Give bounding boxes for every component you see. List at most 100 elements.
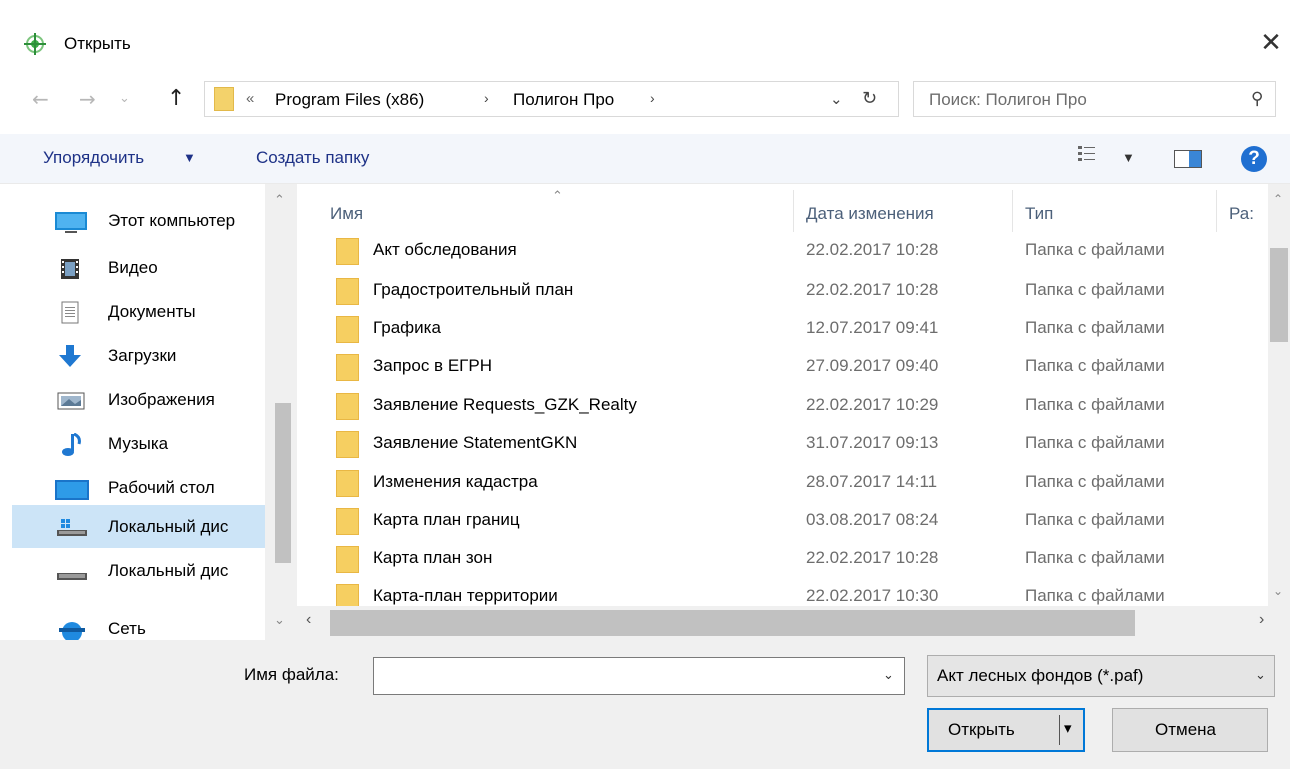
file-name: Карта-план территории — [373, 586, 558, 605]
desktop-icon — [55, 480, 89, 500]
nav-item-desktop[interactable]: Рабочий стол — [0, 468, 265, 510]
back-button[interactable]: ← — [32, 86, 49, 112]
file-row[interactable]: Акт обследования 22.02.2017 10:28 Папка с … — [330, 232, 1260, 270]
nav-item-label: Локальный дис — [108, 517, 229, 536]
new-folder-button[interactable]: Создать папку — [256, 148, 369, 168]
folder-icon — [336, 546, 359, 573]
navigation-pane: Этот компьютер Видео Документы Загрузки … — [0, 184, 297, 640]
nav-item-downloads[interactable]: Загрузки — [0, 336, 265, 378]
file-type: Папка с файлами — [1025, 433, 1165, 452]
folder-icon — [336, 431, 359, 458]
breadcrumb-separator[interactable]: › — [484, 90, 489, 106]
file-list-vertical-thumb[interactable] — [1270, 248, 1288, 342]
file-row[interactable]: Карта план зон 22.02.2017 10:28 Папка с фа… — [330, 540, 1260, 578]
window-title: Открыть — [64, 34, 131, 53]
view-options-icon[interactable] — [1077, 144, 1097, 164]
file-date: 22.02.2017 10:28 — [806, 548, 939, 567]
nav-item-label: Локальный дис — [108, 561, 229, 580]
filename-input[interactable] — [373, 657, 905, 695]
file-date: 28.07.2017 14:11 — [806, 472, 938, 491]
scroll-up-icon[interactable]: ⌃ — [274, 192, 285, 208]
column-divider[interactable] — [793, 190, 794, 232]
column-divider[interactable] — [1012, 190, 1013, 232]
file-name: Запрос в ЕГРН — [373, 356, 492, 375]
recent-locations-button[interactable]: ⌄ — [119, 86, 130, 112]
nav-item-label: Изображения — [108, 390, 215, 409]
file-type: Папка с файлами — [1025, 240, 1165, 259]
music-icon — [62, 433, 81, 456]
open-split-dropdown-icon[interactable]: ▾ — [1064, 719, 1072, 737]
nav-item-network[interactable]: Сеть — [0, 609, 265, 640]
open-button-label[interactable]: Открыть — [948, 720, 1015, 740]
file-date: 03.08.2017 08:24 — [806, 510, 939, 529]
file-name: Карта план зон — [373, 548, 493, 567]
file-row[interactable]: Изменения кадастра 28.07.2017 14:11 Папка … — [330, 464, 1260, 502]
breadcrumb-separator[interactable]: › — [650, 90, 655, 106]
folder-icon — [214, 87, 234, 111]
address-dropdown-button[interactable]: ⌄ — [830, 90, 843, 108]
column-header-date[interactable]: Дата изменения — [806, 204, 934, 224]
file-type: Папка с файлами — [1025, 548, 1165, 567]
nav-scrollbar-thumb[interactable] — [275, 403, 291, 563]
view-dropdown-button[interactable]: ▼ — [1122, 150, 1135, 165]
scroll-down-icon[interactable]: ⌄ — [274, 612, 285, 628]
refresh-icon[interactable]: ↻ — [862, 88, 877, 109]
scroll-left-icon[interactable]: ‹ — [306, 611, 311, 629]
folder-icon — [336, 238, 359, 265]
file-type-dropdown-icon[interactable]: ⌄ — [1255, 667, 1266, 683]
downloads-icon — [59, 345, 81, 367]
nav-item-local-disk-c[interactable]: Локальный дис — [0, 507, 265, 549]
scroll-up-icon[interactable]: ⌃ — [1273, 192, 1283, 206]
help-icon[interactable]: ? — [1241, 146, 1267, 172]
nav-item-documents[interactable]: Документы — [0, 292, 265, 334]
search-input[interactable]: Поиск: Полигон Про — [929, 90, 1087, 110]
network-icon — [59, 622, 85, 640]
file-name: Заявление Requests_GZK_Realty — [373, 395, 637, 414]
breadcrumb-poligon-pro[interactable]: Полигон Про — [513, 90, 614, 110]
drive-icon — [57, 519, 87, 536]
file-row[interactable]: Графика 12.07.2017 09:41 Папка с файлами — [330, 310, 1260, 348]
file-row[interactable]: Градостроительный план 22.02.2017 10:28 Па… — [330, 272, 1260, 310]
filename-dropdown-icon[interactable]: ⌄ — [883, 667, 894, 683]
file-row[interactable]: Заявление Requests_GZK_Realty 22.02.2017 … — [330, 387, 1260, 425]
computer-icon — [55, 212, 87, 233]
nav-item-music[interactable]: Музыка — [0, 424, 265, 466]
organize-button[interactable]: Упорядочить — [43, 148, 144, 168]
file-row[interactable]: Карта-план территории 22.02.2017 10:30 Пап… — [330, 578, 1260, 606]
file-type: Папка с файлами — [1025, 318, 1165, 337]
nav-item-label: Музыка — [108, 434, 169, 453]
breadcrumb-program-files[interactable]: Program Files (x86) — [275, 90, 424, 110]
chevron-down-icon[interactable]: ▼ — [183, 150, 196, 165]
scroll-down-icon[interactable]: ⌄ — [1273, 584, 1283, 598]
file-name: Заявление StatementGKN — [373, 433, 578, 452]
folder-icon — [336, 393, 359, 420]
file-row[interactable]: Запрос в ЕГРН 27.09.2017 09:40 Папка с фай… — [330, 348, 1260, 386]
file-date: 31.07.2017 09:13 — [806, 433, 939, 452]
scroll-right-icon[interactable]: › — [1259, 611, 1264, 629]
close-button[interactable]: ✕ — [1252, 24, 1290, 62]
column-header-name[interactable]: Имя — [330, 204, 363, 224]
video-icon — [61, 259, 79, 279]
column-header-size[interactable]: Ра: — [1229, 204, 1254, 224]
file-list-horizontal-thumb[interactable] — [330, 610, 1135, 636]
folder-icon — [336, 278, 359, 305]
nav-item-pictures[interactable]: Изображения — [0, 380, 265, 422]
nav-item-this-pc[interactable]: Этот компьютер — [0, 201, 265, 243]
nav-item-local-disk-d[interactable]: Локальный дис — [0, 551, 265, 593]
forward-button[interactable]: → — [79, 86, 96, 112]
file-type-value[interactable]: Акт лесных фондов (*.paf) — [937, 666, 1143, 686]
file-type: Папка с файлами — [1025, 356, 1165, 375]
column-divider[interactable] — [1216, 190, 1217, 232]
file-row[interactable]: Карта план границ 03.08.2017 08:24 Папка с… — [330, 502, 1260, 540]
cancel-button-label[interactable]: Отмена — [1155, 720, 1216, 740]
file-row[interactable]: Заявление StatementGKN 31.07.2017 09:13 Па… — [330, 425, 1260, 463]
column-header-type[interactable]: Тип — [1025, 204, 1053, 224]
up-button[interactable]: ↑ — [167, 86, 185, 112]
address-overflow-button[interactable]: « — [246, 90, 254, 107]
file-name: Градостроительный план — [373, 280, 574, 299]
file-type: Папка с файлами — [1025, 280, 1165, 299]
nav-item-video[interactable]: Видео — [0, 248, 265, 290]
nav-item-label: Документы — [108, 302, 196, 321]
folder-icon — [336, 584, 359, 606]
search-icon[interactable]: ⚲ — [1251, 89, 1263, 109]
